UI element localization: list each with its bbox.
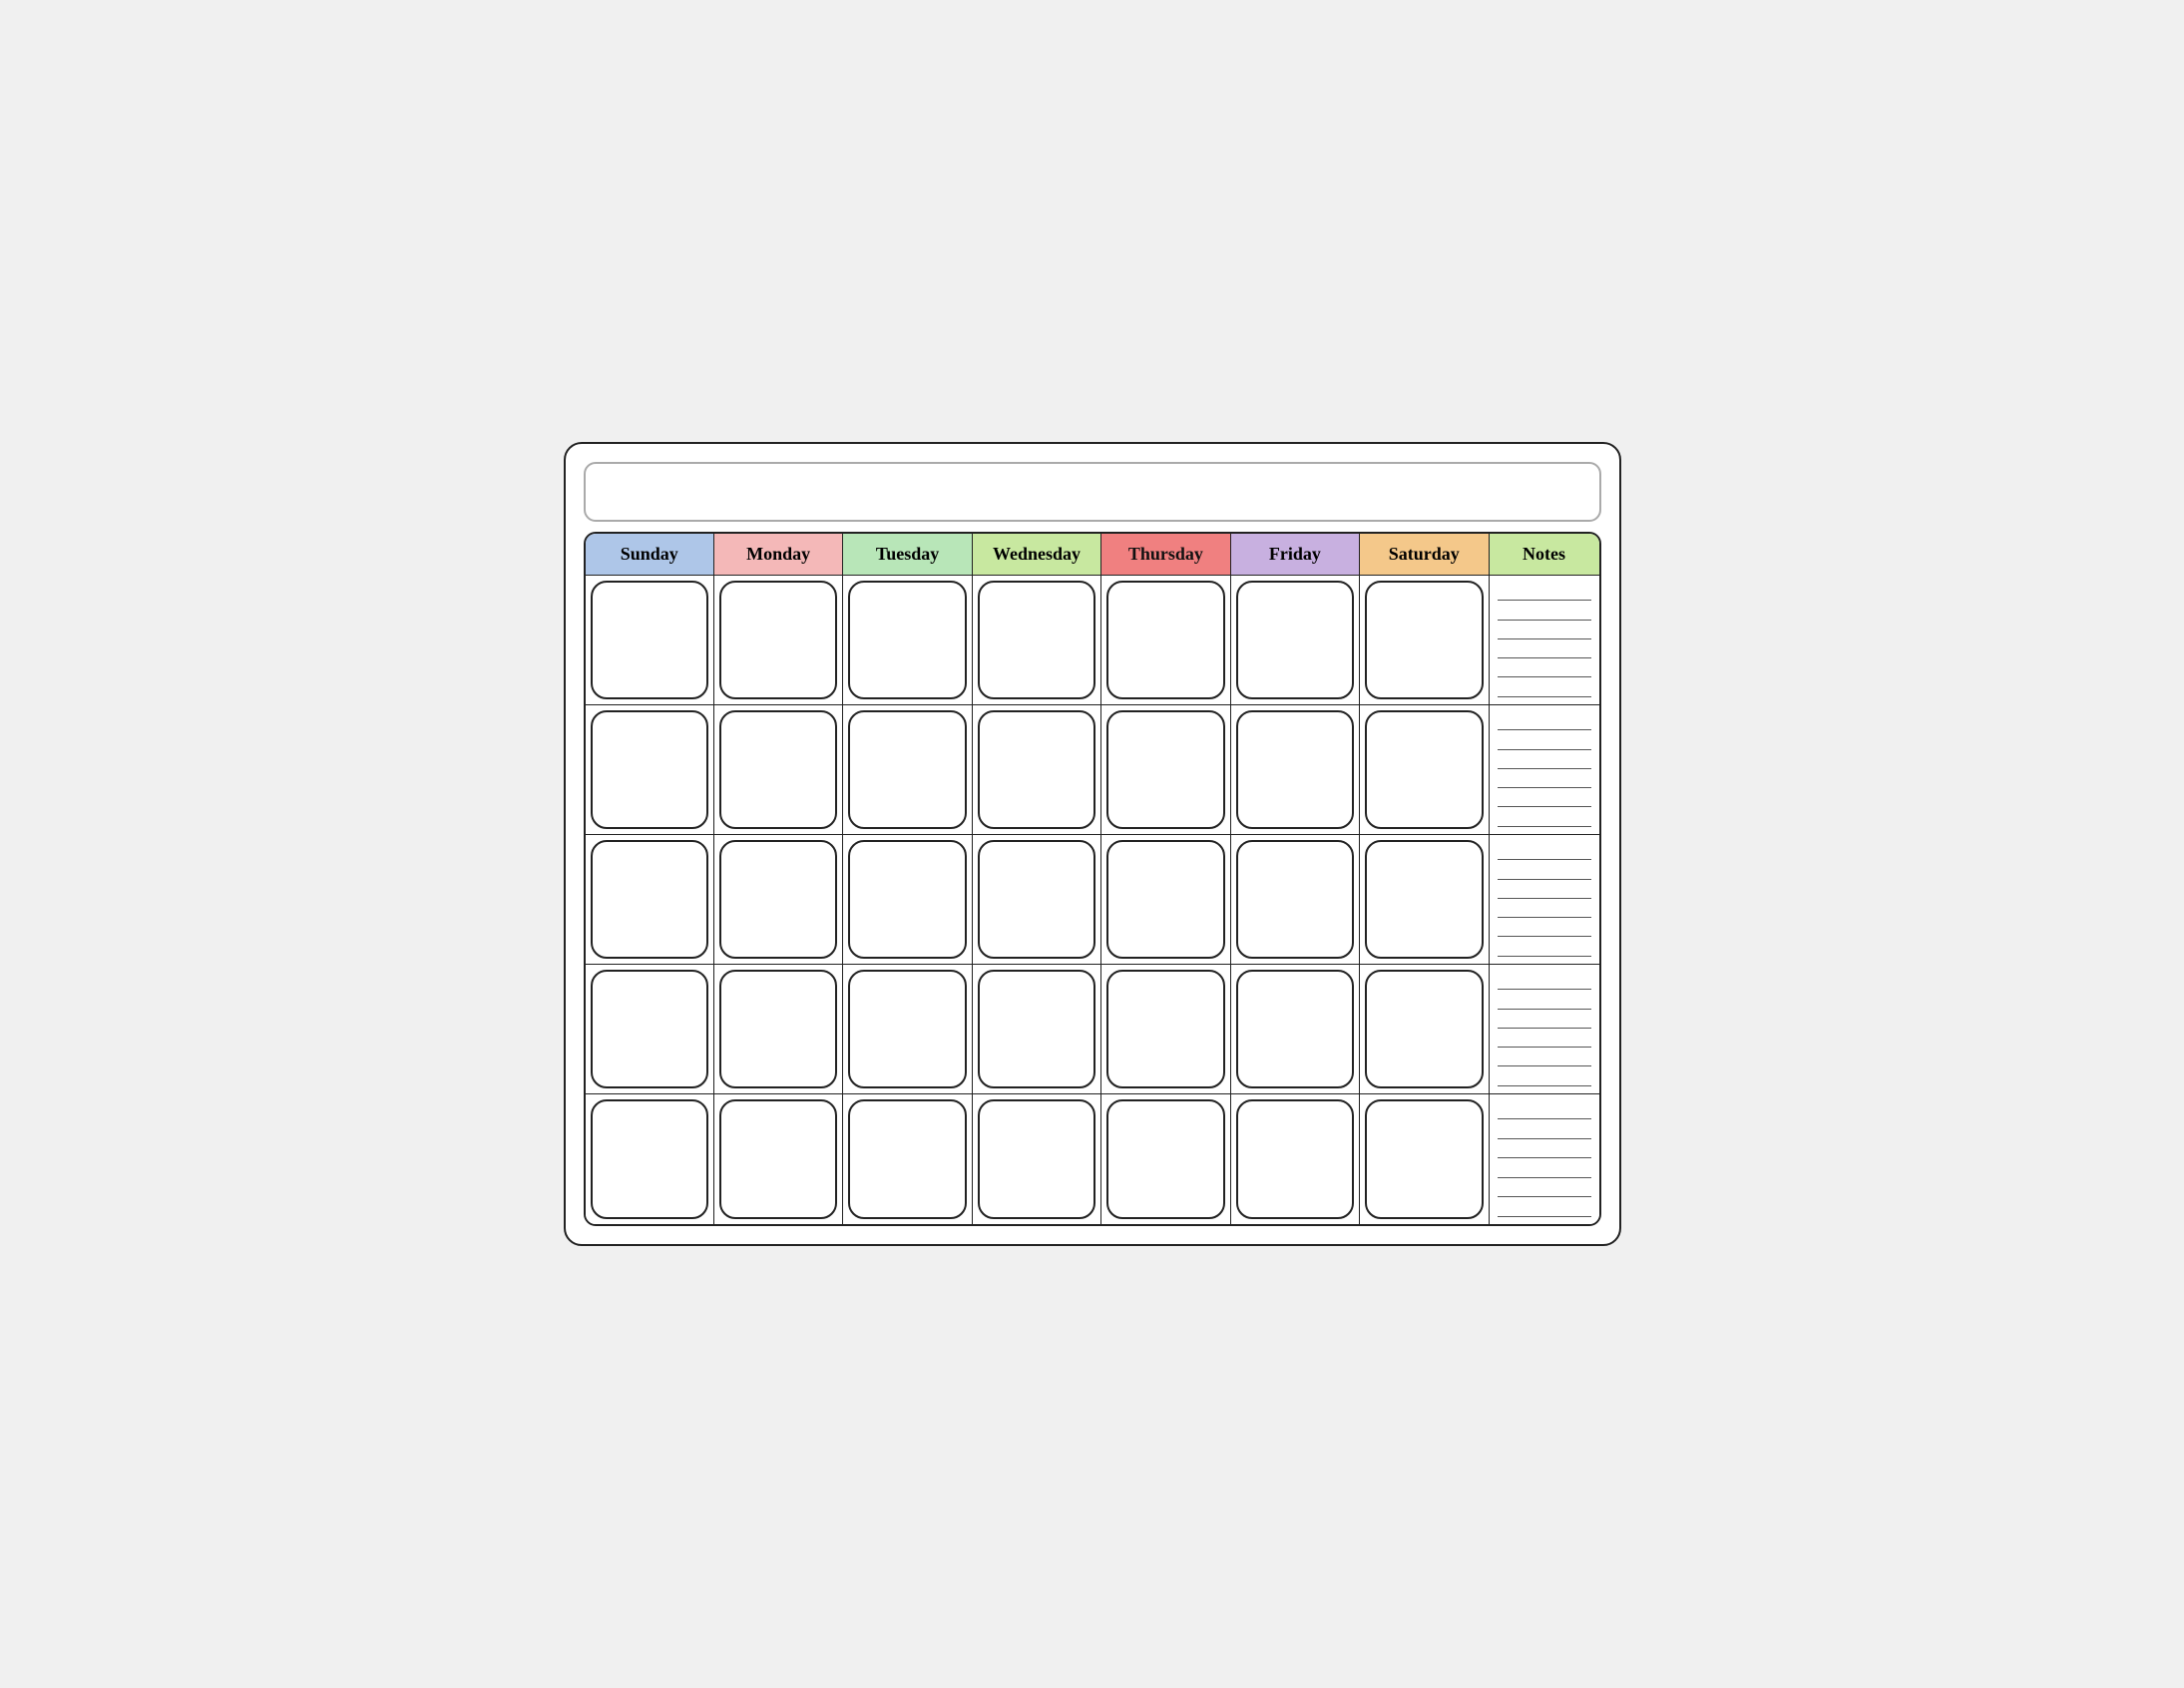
day-cell-row4-col4[interactable] bbox=[1101, 1094, 1230, 1224]
day-cell-row2-col6[interactable] bbox=[1360, 835, 1489, 965]
day-cell-row2-col5[interactable] bbox=[1231, 835, 1360, 965]
day-cell-row3-col6[interactable] bbox=[1360, 965, 1489, 1094]
header-notes: Notes bbox=[1490, 534, 1599, 576]
calendar-row-1 bbox=[586, 705, 1599, 835]
day-cell-row3-col2[interactable] bbox=[843, 965, 972, 1094]
calendar-row-4 bbox=[586, 1094, 1599, 1224]
day-cell-row0-col2[interactable] bbox=[843, 576, 972, 705]
notes-line bbox=[1498, 900, 1591, 918]
calendar-grid: Sunday Monday Tuesday Wednesday Thursday… bbox=[584, 532, 1601, 1226]
notes-line bbox=[1498, 1199, 1591, 1217]
notes-line bbox=[1498, 992, 1591, 1010]
day-cell-row3-col5[interactable] bbox=[1231, 965, 1360, 1094]
notes-cell-row1[interactable] bbox=[1490, 705, 1599, 835]
notes-line bbox=[1498, 679, 1591, 697]
header-friday: Friday bbox=[1231, 534, 1360, 576]
notes-line bbox=[1498, 1101, 1591, 1119]
notes-line bbox=[1498, 862, 1591, 880]
day-cell-row1-col4[interactable] bbox=[1101, 705, 1230, 835]
notes-line bbox=[1498, 751, 1591, 769]
day-cell-row0-col5[interactable] bbox=[1231, 576, 1360, 705]
notes-line bbox=[1498, 809, 1591, 827]
notes-line bbox=[1498, 842, 1591, 860]
calendar-wrapper: Sunday Monday Tuesday Wednesday Thursday… bbox=[564, 442, 1621, 1246]
day-cell-row2-col1[interactable] bbox=[714, 835, 843, 965]
notes-cell-row0[interactable] bbox=[1490, 576, 1599, 705]
day-cell-row1-col6[interactable] bbox=[1360, 705, 1489, 835]
day-cell-row4-col0[interactable] bbox=[586, 1094, 714, 1224]
notes-line bbox=[1498, 583, 1591, 601]
notes-line bbox=[1498, 881, 1591, 899]
day-cell-row2-col4[interactable] bbox=[1101, 835, 1230, 965]
notes-line bbox=[1498, 732, 1591, 750]
notes-line bbox=[1498, 919, 1591, 937]
day-cell-row3-col0[interactable] bbox=[586, 965, 714, 1094]
day-cell-row1-col3[interactable] bbox=[973, 705, 1101, 835]
notes-line bbox=[1498, 939, 1591, 957]
title-bar[interactable] bbox=[584, 462, 1601, 522]
day-cell-row3-col3[interactable] bbox=[973, 965, 1101, 1094]
header-tuesday: Tuesday bbox=[843, 534, 972, 576]
day-cell-row3-col4[interactable] bbox=[1101, 965, 1230, 1094]
notes-line bbox=[1498, 659, 1591, 677]
day-cell-row0-col1[interactable] bbox=[714, 576, 843, 705]
notes-line bbox=[1498, 770, 1591, 788]
day-cell-row4-col1[interactable] bbox=[714, 1094, 843, 1224]
day-cell-row4-col2[interactable] bbox=[843, 1094, 972, 1224]
day-cell-row3-col1[interactable] bbox=[714, 965, 843, 1094]
calendar-row-0 bbox=[586, 576, 1599, 705]
day-cell-row4-col3[interactable] bbox=[973, 1094, 1101, 1224]
day-cell-row1-col1[interactable] bbox=[714, 705, 843, 835]
calendar-body bbox=[586, 576, 1599, 1224]
notes-line bbox=[1498, 1049, 1591, 1066]
calendar-row-3 bbox=[586, 965, 1599, 1094]
notes-cell-row3[interactable] bbox=[1490, 965, 1599, 1094]
day-cell-row2-col2[interactable] bbox=[843, 835, 972, 965]
calendar-row-2 bbox=[586, 835, 1599, 965]
notes-line bbox=[1498, 1121, 1591, 1139]
day-cell-row0-col3[interactable] bbox=[973, 576, 1101, 705]
header-sunday: Sunday bbox=[586, 534, 714, 576]
day-cell-row0-col6[interactable] bbox=[1360, 576, 1489, 705]
day-cell-row0-col0[interactable] bbox=[586, 576, 714, 705]
day-cell-row2-col3[interactable] bbox=[973, 835, 1101, 965]
notes-line bbox=[1498, 603, 1591, 621]
notes-line bbox=[1498, 622, 1591, 639]
notes-line bbox=[1498, 972, 1591, 990]
day-cell-row1-col5[interactable] bbox=[1231, 705, 1360, 835]
notes-line bbox=[1498, 1011, 1591, 1029]
notes-line bbox=[1498, 1160, 1591, 1178]
day-cell-row4-col5[interactable] bbox=[1231, 1094, 1360, 1224]
notes-line bbox=[1498, 712, 1591, 730]
day-cell-row0-col4[interactable] bbox=[1101, 576, 1230, 705]
header-monday: Monday bbox=[714, 534, 843, 576]
header-row: Sunday Monday Tuesday Wednesday Thursday… bbox=[586, 534, 1599, 576]
day-cell-row1-col2[interactable] bbox=[843, 705, 972, 835]
notes-line bbox=[1498, 1030, 1591, 1048]
header-thursday: Thursday bbox=[1101, 534, 1230, 576]
notes-line bbox=[1498, 789, 1591, 807]
notes-line bbox=[1498, 1140, 1591, 1158]
header-wednesday: Wednesday bbox=[973, 534, 1101, 576]
day-cell-row2-col0[interactable] bbox=[586, 835, 714, 965]
notes-cell-row2[interactable] bbox=[1490, 835, 1599, 965]
notes-line bbox=[1498, 640, 1591, 658]
day-cell-row4-col6[interactable] bbox=[1360, 1094, 1489, 1224]
header-saturday: Saturday bbox=[1360, 534, 1489, 576]
notes-cell-row4[interactable] bbox=[1490, 1094, 1599, 1224]
notes-line bbox=[1498, 1179, 1591, 1197]
day-cell-row1-col0[interactable] bbox=[586, 705, 714, 835]
notes-line bbox=[1498, 1068, 1591, 1086]
